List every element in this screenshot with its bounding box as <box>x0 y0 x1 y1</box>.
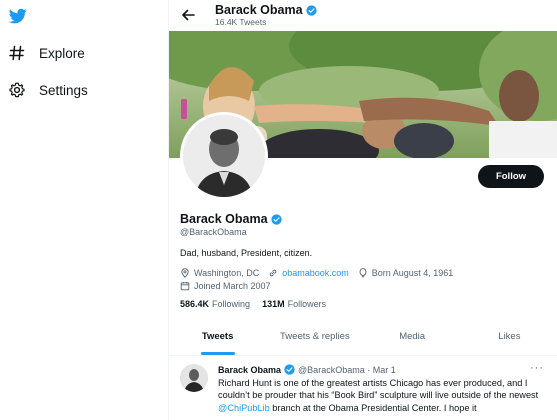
back-arrow-icon[interactable] <box>179 6 197 24</box>
followers-label: Followers <box>287 299 327 309</box>
hashtag-icon <box>8 44 26 62</box>
tweet-handle-date: @BarackObama · Mar 1 <box>298 364 396 375</box>
verified-badge-icon <box>305 4 317 16</box>
profile-website-link[interactable]: obamabook.com <box>282 268 349 278</box>
left-sidebar: Explore Settings <box>0 0 168 420</box>
profile-avatar[interactable] <box>180 112 268 200</box>
following-count-link[interactable]: 586.4K Following <box>180 299 250 309</box>
tab-media[interactable]: Media <box>364 318 461 355</box>
profile-tabs: Tweets Tweets & replies Media Likes <box>169 318 557 356</box>
twitter-bird-icon[interactable] <box>8 7 28 25</box>
profile-column: Barack Obama 16.4K Tweets Follow Barack … <box>168 0 557 420</box>
verified-badge-icon <box>284 364 295 375</box>
profile-birthday: Born August 4, 1961 <box>371 268 454 278</box>
tab-tweets-and-replies[interactable]: Tweets & replies <box>266 318 363 355</box>
profile-handle: @BarackObama <box>180 227 247 237</box>
following-label: Following <box>212 299 251 309</box>
profile-name: Barack Obama <box>180 212 282 226</box>
profile-location: Washington, DC <box>194 268 260 278</box>
follow-button[interactable]: Follow <box>478 165 544 188</box>
header-name: Barack Obama <box>215 3 317 17</box>
profile-meta-row: Washington, DC obamabook.com Born August… <box>180 268 453 278</box>
link-icon <box>268 268 278 278</box>
sidebar-item-settings[interactable]: Settings <box>8 79 88 101</box>
tab-tweets[interactable]: Tweets <box>169 318 266 355</box>
header-tweet-count: 16.4K Tweets <box>215 17 267 27</box>
tweet-mention-link[interactable]: @ChiPubLib <box>218 403 270 413</box>
follow-stats: 586.4K Following 131M Followers <box>180 299 338 309</box>
gear-icon <box>8 81 26 99</box>
tweet-text: Richard Hunt is one of the greatest arti… <box>218 377 550 414</box>
profile-bio: Dad, husband, President, citizen. <box>180 248 313 258</box>
verified-badge-icon <box>270 213 282 225</box>
sidebar-item-label: Explore <box>39 45 85 61</box>
profile-name-text: Barack Obama <box>180 212 268 226</box>
followers-count-link[interactable]: 131M Followers <box>262 299 326 309</box>
tweet-text-part: Richard Hunt is one of the greatest arti… <box>218 378 539 401</box>
header-name-text: Barack Obama <box>215 3 303 17</box>
tab-likes[interactable]: Likes <box>461 318 557 355</box>
tweet-text-part: branch at the Obama Presidential Center.… <box>269 402 477 413</box>
balloon-icon <box>358 268 368 278</box>
more-options-icon[interactable]: ··· <box>530 362 544 374</box>
profile-meta-row: Joined March 2007 <box>180 281 271 291</box>
calendar-icon <box>180 281 190 291</box>
following-count: 586.4K <box>180 299 210 309</box>
location-pin-icon <box>180 268 190 278</box>
tweet-item[interactable]: Barack Obama @BarackObama · Mar 1 ··· Ri… <box>169 357 557 420</box>
tweet-header: Barack Obama @BarackObama · Mar 1 <box>218 364 396 375</box>
sidebar-item-explore[interactable]: Explore <box>8 42 85 64</box>
profile-joined-date: Joined March 2007 <box>194 281 271 291</box>
tweet-author-name[interactable]: Barack Obama <box>218 365 281 375</box>
profile-header-bar: Barack Obama 16.4K Tweets <box>169 0 557 31</box>
tweet-author-avatar[interactable] <box>180 364 208 392</box>
sidebar-item-label: Settings <box>39 82 88 98</box>
followers-count: 131M <box>262 299 285 309</box>
